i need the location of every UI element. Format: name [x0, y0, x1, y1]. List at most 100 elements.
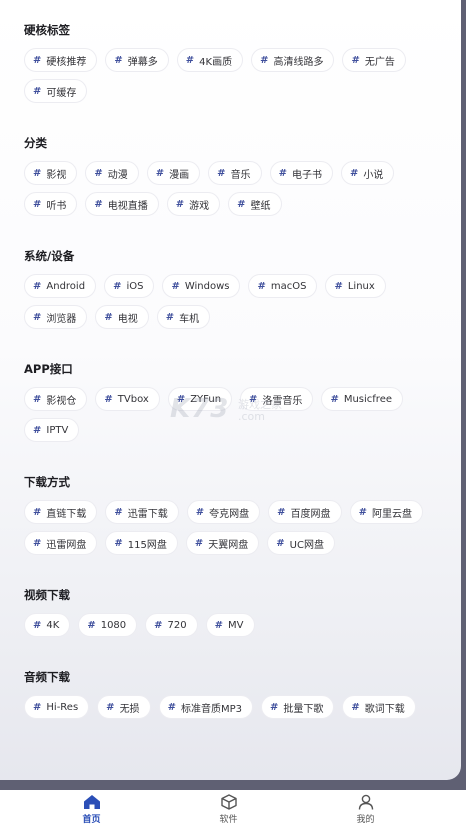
tag-chip[interactable]: # Android — [24, 274, 97, 298]
hash-icon: # — [358, 506, 367, 518]
hash-icon: # — [87, 619, 96, 631]
tag-chip[interactable]: # 游戏 — [166, 192, 221, 216]
tag-chip[interactable]: # 小说 — [340, 161, 395, 185]
tag-chip[interactable]: # 浏览器 — [24, 305, 88, 329]
tag-chip[interactable]: #720 — [145, 613, 198, 637]
hash-icon: # — [217, 167, 226, 179]
tag-label: 影视仓 — [46, 395, 77, 407]
tag-label: 漫画 — [169, 169, 190, 181]
tag-chip[interactable]: # MV — [205, 613, 255, 637]
hash-icon: # — [330, 393, 339, 405]
tag-chip[interactable]: # IPTV — [24, 418, 80, 442]
tag-chip[interactable]: # 壁纸 — [228, 192, 282, 216]
tag-chip[interactable]: # 阿里云盘 — [349, 500, 423, 524]
tag-chip[interactable]: # 迅雷网盘 — [24, 531, 98, 555]
hash-icon: # — [214, 619, 224, 631]
tag-chip[interactable]: # 歌词下载 — [342, 695, 416, 719]
tag-chip[interactable]: # Musicfree — [321, 387, 403, 411]
tag-chip[interactable]: # 百度网盘 — [268, 500, 342, 524]
tag-label: 直链下载 — [46, 508, 87, 520]
tag-label: 批量下歌 — [283, 703, 324, 715]
tag-chip[interactable]: # UC网盘 — [267, 531, 335, 555]
tag-chip[interactable]: # 硬核推荐 — [24, 48, 98, 72]
tag-chip[interactable]: # Hi-Res — [24, 695, 90, 719]
tag-label: 高清线路多 — [273, 56, 324, 68]
section-title: 系统/设备 — [24, 249, 75, 263]
tag-label: 电视 — [117, 313, 138, 325]
tag-chip[interactable]: #4K — [24, 613, 71, 637]
tag-chip[interactable]: # 电视直播 — [85, 192, 159, 216]
section-title: APP接口 — [24, 362, 73, 376]
tag-chip[interactable]: #115网盘 — [105, 531, 178, 555]
tag-chip[interactable]: # Windows — [162, 274, 241, 298]
tag-chip[interactable]: # 漫画 — [146, 161, 201, 185]
tag-label: UC网盘 — [289, 539, 324, 551]
tag-chip[interactable]: # 可缓存 — [24, 79, 88, 103]
nav-software[interactable]: 软件 — [160, 790, 297, 825]
tag-chip[interactable]: # 批量下歌 — [260, 695, 335, 719]
hash-icon: # — [276, 537, 285, 549]
tag-chip[interactable]: # iOS — [104, 274, 155, 298]
tag-chip[interactable]: #1080 — [78, 613, 138, 637]
tag-section: APP接口 # 影视仓 # TVbox # ZYFun # 洛雪音乐 # Musicfree # IPT… — [24, 359, 461, 449]
tag-label: 游戏 — [189, 200, 210, 212]
tag-label: 百度网盘 — [290, 508, 331, 520]
hash-icon: # — [176, 393, 186, 405]
tag-chip[interactable]: # 影视 — [24, 161, 78, 185]
tag-chip[interactable]: # 动漫 — [85, 161, 139, 185]
tag-chip[interactable]: # macOS — [248, 274, 318, 298]
hash-icon: # — [33, 701, 42, 713]
tag-section: 系统/设备 # Android # iOS # Windows # macOS # Linux # 浏览… — [24, 246, 461, 336]
tag-chip[interactable]: # 迅雷下载 — [105, 500, 179, 524]
hash-icon: # — [260, 54, 269, 66]
hash-icon: # — [114, 506, 123, 518]
tag-chip[interactable]: # 夸克网盘 — [186, 500, 261, 524]
tag-chip[interactable]: # ZYFun — [167, 387, 233, 411]
tag-chip[interactable]: # 标准音质MP3 — [158, 695, 253, 719]
tag-label: 无损 — [119, 703, 140, 715]
tag-chip[interactable]: # 听书 — [24, 192, 78, 216]
cube-icon — [220, 794, 237, 810]
tag-chip[interactable]: # 无损 — [97, 695, 151, 719]
tag-label: 弹幕多 — [127, 56, 158, 68]
section-title: 视频下载 — [24, 588, 70, 602]
tag-chip[interactable]: # 电视 — [95, 305, 149, 329]
tag-chip[interactable]: # 影视仓 — [24, 387, 88, 411]
tag-label: 4K画质 — [199, 56, 233, 68]
tag-label: 迅雷下载 — [127, 508, 168, 520]
tag-label: 可缓存 — [46, 87, 77, 99]
tag-chip[interactable]: # TVbox — [95, 387, 160, 411]
tag-label: 洛雪音乐 — [262, 395, 303, 407]
tag-chip[interactable]: # 高清线路多 — [251, 48, 335, 72]
section-title: 音频下载 — [24, 670, 70, 684]
tag-chip[interactable]: # 天翼网盘 — [185, 531, 260, 555]
tag-list: # 影视仓 # TVbox # ZYFun # 洛雪音乐 # Musicfree # IPTV — [24, 387, 444, 449]
tag-label: 1080 — [100, 619, 127, 631]
hash-icon: # — [185, 54, 195, 66]
tag-chip[interactable]: # 直链下载 — [24, 500, 98, 524]
hash-icon: # — [349, 167, 359, 179]
tag-label: 无广告 — [364, 56, 395, 68]
tag-chip[interactable]: # 车机 — [156, 305, 211, 329]
tag-label: MV — [228, 619, 244, 631]
tag-chip[interactable]: # 音乐 — [208, 161, 262, 185]
hash-icon: # — [114, 537, 123, 549]
hash-icon: # — [33, 198, 42, 210]
nav-mine[interactable]: 我的 — [297, 790, 434, 825]
tag-chip[interactable]: # 无广告 — [342, 48, 406, 72]
tag-chip[interactable]: # 洛雪音乐 — [240, 387, 314, 411]
tag-list: # 直链下载 # 迅雷下载 # 夸克网盘 # 百度网盘 # 阿里云盘 # 迅雷网盘 #115网盘 # 天翼网… — [24, 500, 444, 562]
home-icon — [83, 795, 100, 809]
hash-icon: # — [278, 167, 287, 179]
nav-home[interactable]: 首页 — [23, 790, 160, 825]
tag-chip[interactable]: # 电子书 — [269, 161, 333, 185]
hash-icon: # — [154, 619, 163, 631]
tag-chip[interactable]: # Linux — [325, 274, 386, 298]
tag-label: 电视直播 — [107, 200, 148, 212]
hash-icon: # — [33, 311, 42, 323]
hash-icon: # — [104, 311, 113, 323]
tag-label: 115网盘 — [127, 539, 167, 551]
bottom-nav: 首页 软件 我的 — [0, 790, 466, 825]
tag-chip[interactable]: #4K画质 — [176, 48, 244, 72]
tag-chip[interactable]: # 弹幕多 — [105, 48, 169, 72]
